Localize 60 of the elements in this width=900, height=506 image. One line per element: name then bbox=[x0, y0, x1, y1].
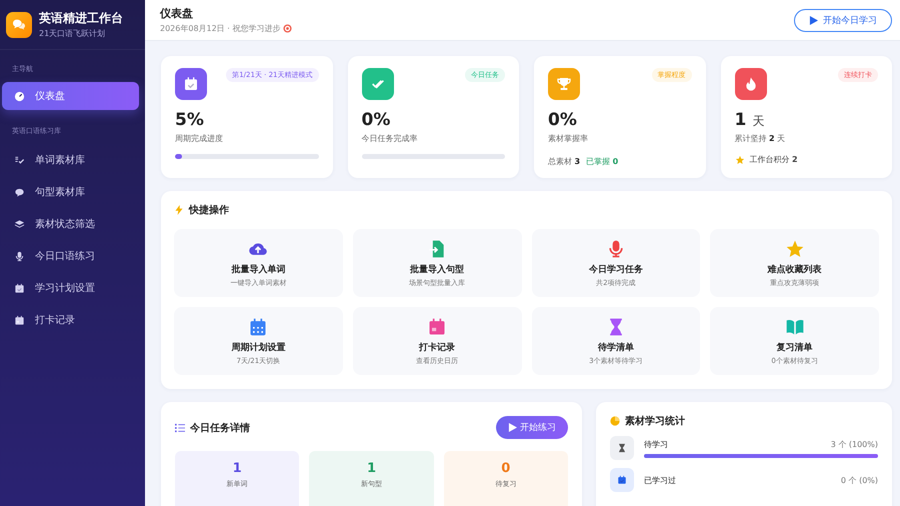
task-count: 1 bbox=[366, 461, 376, 476]
start-practice-button[interactable]: 开始练习 bbox=[496, 416, 568, 439]
start-study-button[interactable]: 开始今日学习 bbox=[794, 8, 892, 32]
calendar-icon bbox=[14, 314, 25, 326]
app-subtitle: 21天口语飞跃计划 bbox=[39, 28, 106, 39]
hourglass-icon bbox=[617, 443, 627, 453]
status-count: 0 个 (0%) bbox=[840, 474, 878, 486]
target-icon bbox=[283, 24, 292, 33]
chat-bubbles-icon bbox=[6, 12, 32, 38]
card-title: 快捷操作 bbox=[189, 204, 229, 217]
detail-count: 已掌握 0 bbox=[586, 156, 618, 167]
action-title: 难点收藏列表 bbox=[768, 263, 822, 276]
sidebar-item[interactable]: 仪表盘 bbox=[2, 82, 139, 110]
sidebar-item[interactable]: 学习计划设置 bbox=[2, 274, 139, 302]
sidebar-item[interactable]: 句型素材库 bbox=[2, 178, 139, 206]
sidebar-item[interactable]: 今日口语练习 bbox=[2, 242, 139, 270]
card-title: 今日任务详情 bbox=[190, 421, 250, 434]
stat-unit: 天 bbox=[752, 113, 764, 130]
sidebar-item[interactable]: 单词素材库 bbox=[2, 146, 139, 174]
stat-label: 周期完成进度 bbox=[175, 133, 224, 144]
stat-label: 素材掌握率 bbox=[548, 133, 589, 144]
gauge-icon bbox=[14, 90, 25, 102]
status-label: 待学习 bbox=[644, 438, 668, 450]
date-greeting: 2026年08月12日 · 祝您学习进步 bbox=[160, 23, 280, 34]
action-title: 批量导入句型 bbox=[410, 263, 464, 276]
list-icon bbox=[175, 422, 185, 432]
calendar-check-icon bbox=[14, 282, 25, 294]
card-title: 素材学习统计 bbox=[625, 414, 685, 428]
status-count: 3 个 (100%) bbox=[830, 438, 878, 450]
action-title: 待学清单 bbox=[598, 341, 634, 354]
stat-value: 0% bbox=[548, 110, 577, 130]
sidebar-item[interactable]: 素材状态筛选 bbox=[2, 210, 139, 238]
action-title: 周期计划设置 bbox=[231, 341, 286, 354]
stat-value: 0% bbox=[362, 110, 390, 130]
points-text: 工作台积分 2 bbox=[750, 154, 798, 165]
detail-count: 总素材 3 bbox=[548, 156, 580, 167]
stat-label: 累计坚持 2 天 bbox=[734, 133, 786, 144]
microphone-icon bbox=[14, 250, 25, 262]
status-label: 已学习过 bbox=[644, 474, 676, 486]
star-icon bbox=[734, 154, 744, 164]
calendar-check-icon bbox=[617, 475, 627, 485]
layers-icon bbox=[14, 218, 25, 230]
action-title: 打卡记录 bbox=[419, 341, 456, 354]
chat-bubble-icon bbox=[14, 186, 25, 198]
action-title: 今日学习任务 bbox=[588, 264, 643, 276]
lightning-icon bbox=[174, 205, 184, 215]
spell-check-icon bbox=[14, 154, 25, 166]
page-title: 仪表盘 bbox=[160, 6, 194, 21]
sidebar-item[interactable]: 打卡记录 bbox=[2, 306, 139, 334]
action-title: 复习清单 bbox=[776, 341, 813, 354]
action-title: 批量导入单词 bbox=[231, 263, 286, 276]
play-icon bbox=[508, 423, 517, 432]
app-title: 英语精进工作台 bbox=[39, 10, 123, 27]
stat-value: 1 bbox=[734, 110, 746, 130]
stat-label: 今日任务完成率 bbox=[362, 133, 418, 144]
task-count: 1 bbox=[232, 461, 242, 476]
pie-chart-icon bbox=[610, 416, 620, 426]
stat-value: 5% bbox=[175, 110, 204, 130]
task-count: 0 bbox=[501, 461, 510, 476]
play-icon bbox=[809, 16, 818, 24]
